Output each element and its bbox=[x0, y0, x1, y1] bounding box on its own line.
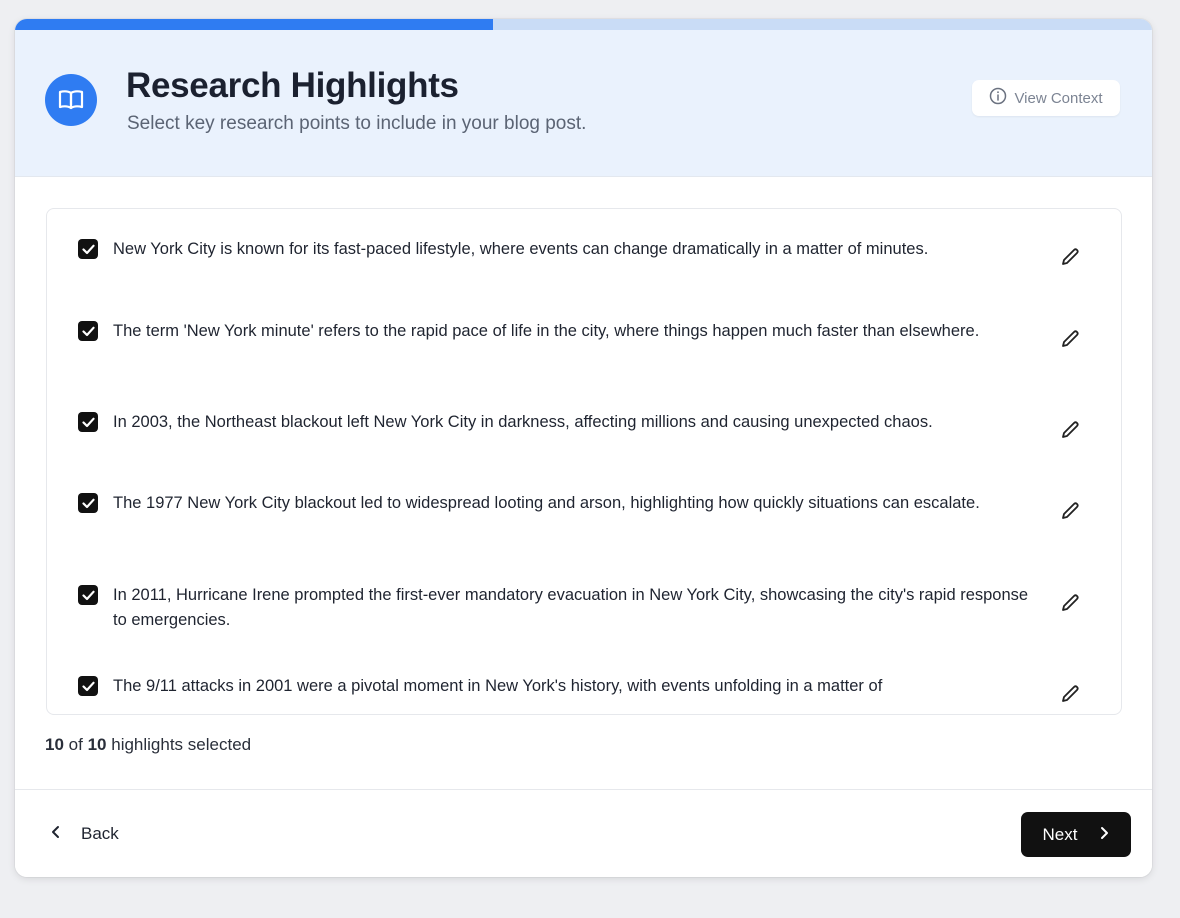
view-context-label: View Context bbox=[1014, 89, 1103, 107]
next-button[interactable]: Next bbox=[1021, 812, 1131, 857]
page-subtitle: Select key research points to include in… bbox=[127, 113, 587, 134]
highlight-checkbox[interactable] bbox=[78, 412, 98, 432]
edit-pencil-icon[interactable] bbox=[1057, 498, 1083, 524]
highlight-text: The 9/11 attacks in 2001 were a pivotal … bbox=[113, 677, 883, 695]
highlights-list[interactable]: New York City is known for its fast-pace… bbox=[46, 208, 1122, 715]
highlight-checkbox[interactable] bbox=[78, 321, 98, 341]
chevron-left-icon bbox=[51, 824, 61, 844]
highlight-checkbox[interactable] bbox=[78, 239, 98, 259]
highlight-text: In 2003, the Northeast blackout left New… bbox=[113, 413, 933, 431]
footer: Back Next bbox=[15, 789, 1152, 877]
selected-count: 10 bbox=[45, 735, 64, 754]
info-icon bbox=[989, 87, 1007, 109]
highlight-checkbox[interactable] bbox=[78, 676, 98, 696]
selection-suffix: highlights selected bbox=[111, 735, 252, 754]
progress-fill bbox=[15, 19, 493, 30]
edit-pencil-icon[interactable] bbox=[1057, 681, 1083, 707]
highlight-checkbox[interactable] bbox=[78, 493, 98, 513]
wizard-card: Research Highlights Select key research … bbox=[15, 19, 1152, 877]
edit-pencil-icon[interactable] bbox=[1057, 326, 1083, 352]
header: Research Highlights Select key research … bbox=[15, 30, 1152, 177]
highlight-text: New York City is known for its fast-pace… bbox=[113, 240, 929, 258]
page-title: Research Highlights bbox=[126, 66, 459, 105]
total-count: 10 bbox=[87, 735, 107, 754]
highlight-text: The term 'New York minute' refers to the… bbox=[113, 322, 980, 340]
selection-of: of bbox=[68, 735, 83, 754]
back-label: Back bbox=[81, 824, 119, 843]
selection-count: 10 of 10 highlights selected bbox=[45, 735, 251, 755]
highlight-text: In 2011, Hurricane Irene prompted the fi… bbox=[113, 586, 1029, 629]
back-button[interactable]: Back bbox=[51, 817, 119, 851]
book-open-icon bbox=[45, 74, 97, 126]
highlight-text: The 1977 New York City blackout led to w… bbox=[113, 494, 980, 512]
edit-pencil-icon[interactable] bbox=[1057, 244, 1083, 270]
progress-bar bbox=[15, 19, 1152, 30]
edit-pencil-icon[interactable] bbox=[1057, 417, 1083, 443]
edit-pencil-icon[interactable] bbox=[1057, 590, 1083, 616]
next-label: Next bbox=[1042, 824, 1078, 844]
view-context-button[interactable]: View Context bbox=[972, 80, 1120, 116]
highlight-checkbox[interactable] bbox=[78, 585, 98, 605]
chevron-right-icon bbox=[1099, 825, 1109, 845]
